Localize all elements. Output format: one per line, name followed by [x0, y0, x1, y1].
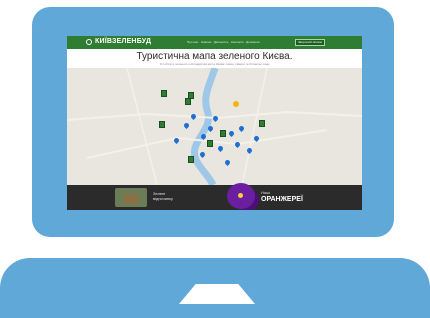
recreation-label-2: відпочинку — [153, 196, 173, 201]
contact-button[interactable]: Зворотній зв'язок — [295, 39, 325, 46]
highlight-marker[interactable] — [233, 101, 239, 107]
site-logo[interactable]: КИЇВЗЕЛЕНБУД — [95, 38, 151, 45]
park-marker[interactable] — [185, 98, 191, 105]
park-marker[interactable] — [188, 92, 194, 99]
greenhouses-link[interactable]: ОРАНЖЕРЕЇ — [261, 196, 303, 203]
interactive-map[interactable] — [67, 68, 362, 185]
promo-bar: Зелені відпочинку Наші ОРАНЖЕРЕЇ — [67, 183, 362, 210]
park-marker[interactable] — [159, 121, 165, 128]
recreation-zones-image[interactable] — [115, 188, 147, 207]
site-header: КИЇВЗЕЛЕНБУД Про нас · Новини · Діяльніс… — [67, 36, 362, 49]
map-headline: Туристична мапа зеленого Києва. — [136, 51, 293, 62]
orchid-image[interactable] — [227, 183, 255, 209]
map-road — [126, 68, 158, 185]
recreation-zones-link[interactable]: Зелені відпочинку — [153, 191, 173, 201]
site-nav[interactable]: Про нас · Новини · Діяльність · Контакти… — [187, 40, 260, 44]
park-marker[interactable] — [220, 130, 226, 137]
park-marker[interactable] — [188, 156, 194, 163]
laptop-screen: КИЇВЗЕЛЕНБУД Про нас · Новини · Діяльніс… — [67, 36, 362, 210]
greenhouses-small-label: Наші — [261, 190, 271, 195]
park-marker[interactable] — [161, 90, 167, 97]
park-marker[interactable] — [259, 120, 265, 127]
map-subline: Усі об'єкти зеленого господарства міста … — [159, 62, 270, 66]
logo-icon — [86, 39, 92, 45]
map-svg — [67, 68, 362, 185]
park-marker[interactable] — [207, 140, 213, 147]
